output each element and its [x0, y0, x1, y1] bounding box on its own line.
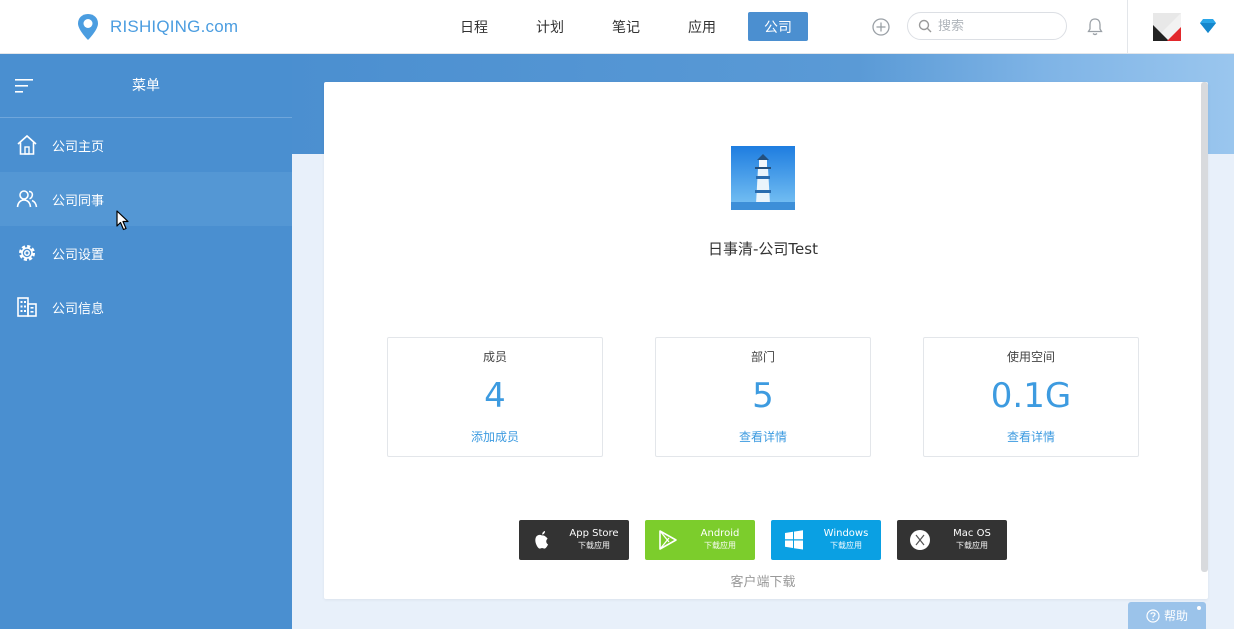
home-icon — [17, 134, 37, 155]
top-divider — [1127, 0, 1128, 54]
macos-icon — [910, 530, 930, 550]
stat-label: 成员 — [482, 350, 507, 364]
stat-card-departments: 部门 5 查看详情 — [655, 337, 871, 457]
download-subtitle: 下载应用 — [704, 541, 736, 550]
sidebar-item-company-home[interactable]: 公司主页 — [0, 118, 292, 172]
download-macos-button[interactable]: Mac OS 下载应用 — [897, 520, 1007, 560]
download-subtitle: 下载应用 — [830, 541, 862, 550]
stat-label: 使用空间 — [1006, 350, 1055, 364]
sidebar-item-label: 公司设置 — [52, 247, 105, 263]
nav-plan[interactable]: 计划 — [520, 12, 580, 41]
view-details-link[interactable]: 查看详情 — [924, 428, 1138, 445]
windows-icon — [785, 530, 803, 550]
question-icon — [1146, 608, 1160, 623]
view-details-link[interactable]: 查看详情 — [656, 428, 870, 445]
stat-card-members: 成员 4 添加成员 — [387, 337, 603, 457]
nav-schedule[interactable]: 日程 — [444, 12, 504, 41]
download-android-button[interactable]: Android 下载应用 — [645, 520, 755, 560]
download-title: Mac OS — [953, 528, 991, 539]
building-icon — [17, 297, 37, 317]
download-label: Windows 下载应用 — [815, 528, 877, 552]
company-name: 日事清-公司Test — [708, 240, 818, 258]
stat-value: 5 — [752, 376, 774, 416]
company-logo[interactable] — [731, 146, 795, 210]
download-title: Android — [700, 528, 740, 539]
sidebar-item-company-info[interactable]: 公司信息 — [0, 280, 292, 334]
bell-icon[interactable] — [1086, 17, 1104, 37]
help-label: 帮助 — [1163, 609, 1188, 623]
stat-card-storage: 使用空间 0.1G 查看详情 — [923, 337, 1139, 457]
brand-logo[interactable]: RISHIQING.com — [76, 12, 238, 42]
download-windows-button[interactable]: Windows 下载应用 — [771, 520, 881, 560]
add-circle-icon[interactable] — [872, 18, 890, 36]
sidebar-item-company-colleagues[interactable]: 公司同事 — [0, 172, 292, 226]
sidebar-title: 菜单 — [132, 78, 160, 94]
download-label: Mac OS 下载应用 — [941, 528, 1003, 552]
sidebar: 菜单 公司主页 公司同事 公司设置 公司信息 — [0, 54, 292, 629]
gear-icon — [19, 245, 35, 261]
nav-notes[interactable]: 笔记 — [596, 12, 656, 41]
download-title: Windows — [823, 528, 869, 539]
stat-value: 0.1G — [990, 376, 1072, 416]
top-bar: RISHIQING.com 日程 计划 笔记 应用 公司 — [0, 0, 1234, 54]
add-member-link[interactable]: 添加成员 — [388, 428, 602, 445]
apple-icon — [535, 531, 548, 549]
download-appstore-button[interactable]: App Store 下载应用 — [519, 520, 629, 560]
search-input[interactable] — [938, 18, 1048, 34]
company-card: 日事清-公司Test 成员 4 添加成员 部门 5 查看详情 使用空间 0.1G… — [324, 82, 1208, 599]
download-subtitle: 下载应用 — [578, 541, 610, 550]
search-box[interactable] — [907, 12, 1067, 40]
download-label: Android 下载应用 — [689, 528, 751, 552]
client-download-caption: 客户端下载 — [730, 575, 796, 590]
play-icon — [659, 530, 677, 550]
sidebar-item-label: 公司主页 — [52, 139, 105, 155]
nav-company[interactable]: 公司 — [748, 12, 808, 41]
nav-apps[interactable]: 应用 — [672, 12, 732, 41]
users-icon — [16, 190, 38, 208]
mouse-cursor-icon — [116, 210, 129, 231]
sidebar-item-company-settings[interactable]: 公司设置 — [0, 226, 292, 280]
sidebar-item-label: 公司信息 — [52, 301, 105, 317]
help-button[interactable]: 帮助 — [1128, 602, 1206, 629]
download-title: App Store — [569, 528, 619, 539]
download-subtitle: 下载应用 — [956, 541, 988, 550]
main-nav: 日程 计划 笔记 应用 公司 — [444, 12, 824, 41]
user-avatar[interactable] — [1153, 13, 1181, 41]
diamond-icon[interactable] — [1200, 19, 1216, 33]
download-label: App Store 下载应用 — [563, 528, 625, 552]
search-icon — [918, 19, 932, 33]
stat-value: 4 — [484, 376, 506, 416]
brand-name: RISHIQING.com — [110, 17, 239, 36]
sidebar-item-label: 公司同事 — [52, 193, 105, 209]
location-pin-icon — [78, 14, 98, 40]
stat-label: 部门 — [750, 350, 775, 364]
content-scrollbar[interactable] — [1201, 82, 1208, 572]
sidebar-header: 菜单 — [0, 54, 292, 118]
notification-dot — [1197, 606, 1201, 610]
